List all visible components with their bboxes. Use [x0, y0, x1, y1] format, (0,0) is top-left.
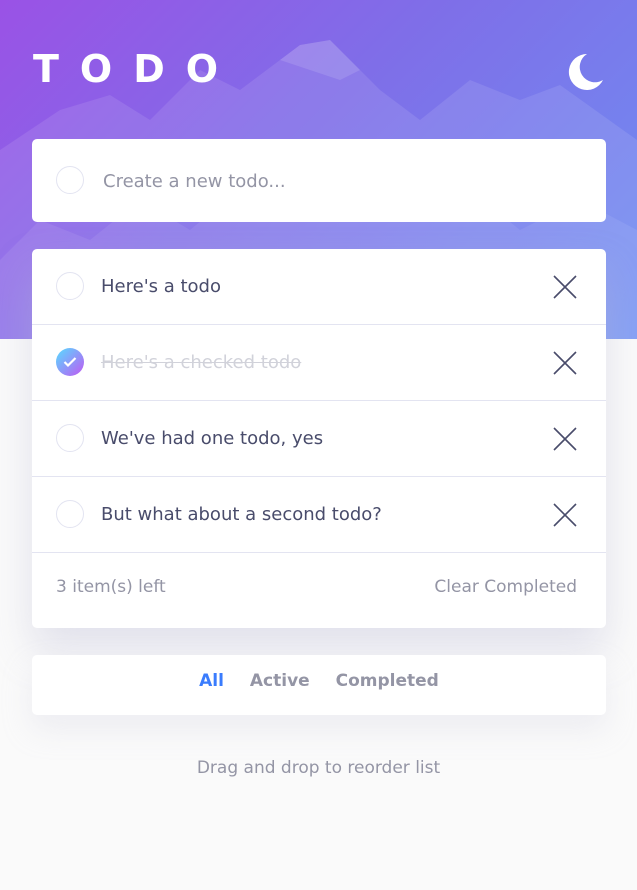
filter-active-button[interactable]: Active — [250, 671, 310, 691]
todo-list: Here's a todo Here's a checked todo We'v… — [32, 249, 606, 628]
todo-text: Here's a todo — [101, 276, 221, 297]
todo-text: But what about a second todo? — [101, 504, 382, 525]
new-todo-input[interactable] — [101, 161, 575, 201]
create-todo-circle[interactable] — [56, 166, 84, 194]
todo-item[interactable]: We've had one todo, yes — [32, 401, 606, 477]
todo-check-circle[interactable] — [56, 348, 84, 376]
reorder-hint: Drag and drop to reorder list — [196, 758, 441, 778]
close-icon — [553, 427, 577, 451]
delete-todo-button[interactable] — [552, 274, 578, 300]
check-icon — [63, 357, 77, 368]
todo-check-circle[interactable] — [56, 272, 84, 300]
theme-toggle-button[interactable] — [565, 52, 605, 92]
app-title: TODO — [33, 47, 240, 91]
todo-item[interactable]: Here's a checked todo — [32, 325, 606, 401]
filter-bar: All Active Completed — [32, 655, 606, 715]
moon-icon — [568, 53, 603, 90]
todo-check-circle[interactable] — [56, 500, 84, 528]
todo-item[interactable]: Here's a todo — [32, 249, 606, 325]
delete-todo-button[interactable] — [552, 502, 578, 528]
delete-todo-button[interactable] — [552, 426, 578, 452]
create-todo-card — [32, 139, 606, 222]
filter-all-button[interactable]: All — [199, 671, 224, 691]
delete-todo-button[interactable] — [552, 350, 578, 376]
close-icon — [553, 503, 577, 527]
close-icon — [553, 275, 577, 299]
close-icon — [553, 351, 577, 375]
clear-completed-button[interactable]: Clear Completed — [434, 577, 577, 597]
todo-text: Here's a checked todo — [101, 352, 302, 373]
todo-text: We've had one todo, yes — [101, 428, 324, 449]
filter-completed-button[interactable]: Completed — [336, 671, 439, 691]
todo-item[interactable]: But what about a second todo? — [32, 477, 606, 553]
items-left-count: 3 item(s) left — [56, 577, 166, 597]
todo-check-circle[interactable] — [56, 424, 84, 452]
